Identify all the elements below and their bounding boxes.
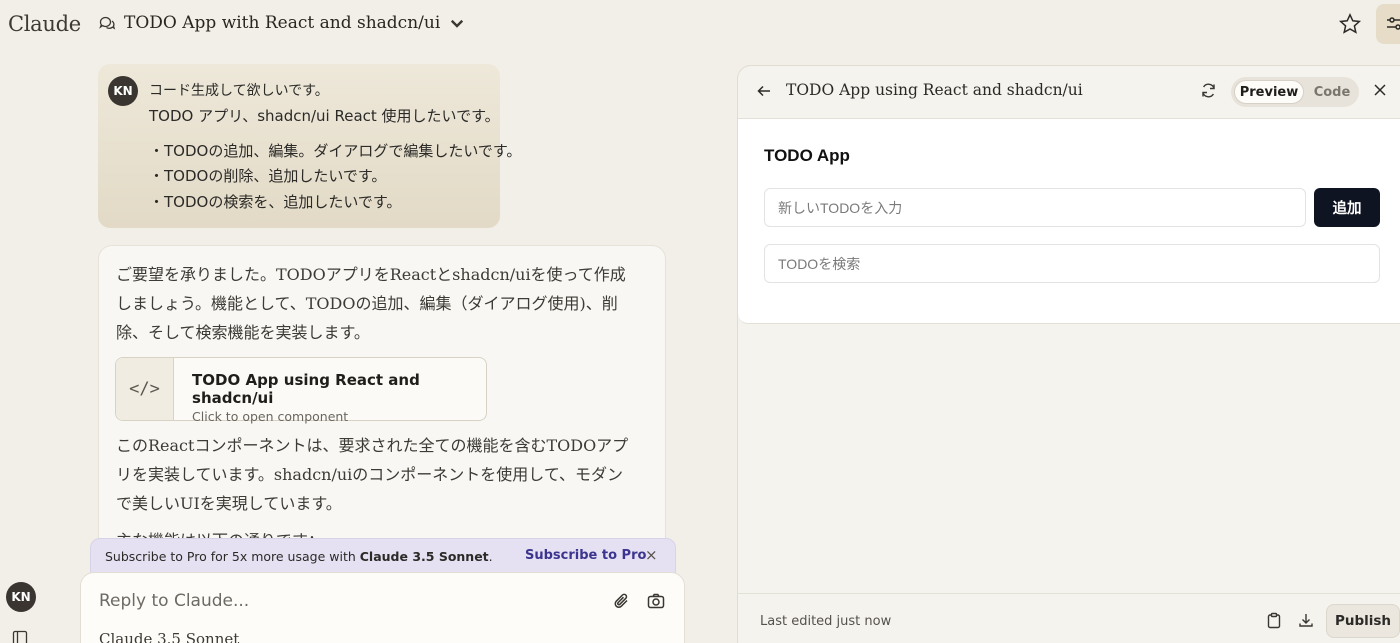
artifact-panel: TODO App using React and shadcn/ui Previ…: [737, 65, 1400, 643]
chat-bubbles-icon: [99, 16, 116, 30]
chevron-down-icon: [451, 19, 464, 28]
assistant-paragraph: ご要望を承りました。TODOアプリをReactとshadcn/uiを使って作成し…: [116, 265, 626, 342]
paperclip-icon[interactable]: [613, 592, 631, 610]
account-avatar[interactable]: KN: [6, 582, 36, 612]
refresh-icon[interactable]: [1200, 82, 1217, 99]
clipboard-icon[interactable]: [1266, 612, 1282, 629]
code-icon: </>: [116, 358, 175, 420]
assistant-message: ご要望を承りました。TODOアプリをReactとshadcn/uiを使って作成し…: [98, 245, 666, 565]
tab-code[interactable]: Code: [1309, 80, 1355, 104]
add-todo-button[interactable]: 追加: [1314, 188, 1380, 227]
star-icon[interactable]: [1338, 12, 1362, 36]
user-avatar: KN: [108, 76, 138, 106]
panel-title: TODO App using React and shadcn/ui: [786, 81, 1083, 99]
assistant-paragraph: このReactコンポーネントは、要求された全ての機能を含むTODOアプリを実装し…: [116, 436, 629, 513]
todo-search-input[interactable]: [764, 244, 1380, 283]
model-selector[interactable]: Claude 3.5 Sonnet: [99, 630, 239, 643]
user-message-line: TODO アプリ、shadcn/ui React 使用したいです。: [149, 107, 500, 125]
subscribe-banner: Subscribe to Pro for 5x more usage with …: [90, 538, 676, 574]
reply-box: Claude 3.5 Sonnet: [80, 572, 685, 643]
sliders-icon: [1387, 17, 1400, 30]
top-bar: Claude TODO App with React and shadcn/ui: [0, 0, 1400, 50]
preview-area: TODO App 追加: [738, 118, 1400, 324]
close-icon[interactable]: [1372, 82, 1388, 98]
artifact-card[interactable]: </> TODO App using React and shadcn/ui C…: [115, 357, 487, 424]
user-message: KN コード生成して欲しいです。 TODO アプリ、shadcn/ui Reac…: [98, 64, 521, 228]
view-toggle: Preview Code: [1231, 77, 1359, 107]
close-icon[interactable]: ×: [645, 546, 658, 564]
user-message-line: ・TODOの検索を、追加したいです。: [149, 193, 402, 211]
arrow-left-icon[interactable]: [756, 83, 772, 99]
publish-button[interactable]: Publish: [1326, 604, 1400, 638]
claude-logo[interactable]: Claude: [8, 12, 81, 36]
settings-button[interactable]: [1376, 4, 1400, 44]
reply-input[interactable]: [99, 591, 579, 611]
user-message-line: ・TODOの削除、追加したいです。: [149, 167, 387, 185]
tab-preview[interactable]: Preview: [1234, 80, 1304, 104]
artifact-subtitle: Click to open component: [192, 409, 349, 424]
last-edited-text: Last edited just now: [760, 614, 892, 629]
artifact-title: TODO App using React and shadcn/ui: [192, 371, 420, 407]
subscribe-link[interactable]: Subscribe to Pro: [525, 548, 646, 563]
panel-footer: Last edited just now Publish: [738, 593, 1400, 643]
todo-app-title: TODO App: [764, 146, 850, 165]
camera-icon[interactable]: [647, 592, 665, 610]
new-todo-input[interactable]: [764, 188, 1306, 227]
user-message-line: コード生成して欲しいです。: [149, 83, 329, 99]
conversation-title-button[interactable]: TODO App with React and shadcn/ui: [98, 13, 466, 33]
conversation-title: TODO App with React and shadcn/ui: [124, 13, 441, 33]
user-message-line: ・TODOの追加、編集。ダイアログで編集したいです。: [149, 142, 522, 160]
subscribe-text: Subscribe to Pro for 5x more usage with …: [105, 549, 493, 564]
download-icon[interactable]: [1298, 612, 1314, 629]
sidebar-toggle-icon[interactable]: [12, 630, 28, 643]
